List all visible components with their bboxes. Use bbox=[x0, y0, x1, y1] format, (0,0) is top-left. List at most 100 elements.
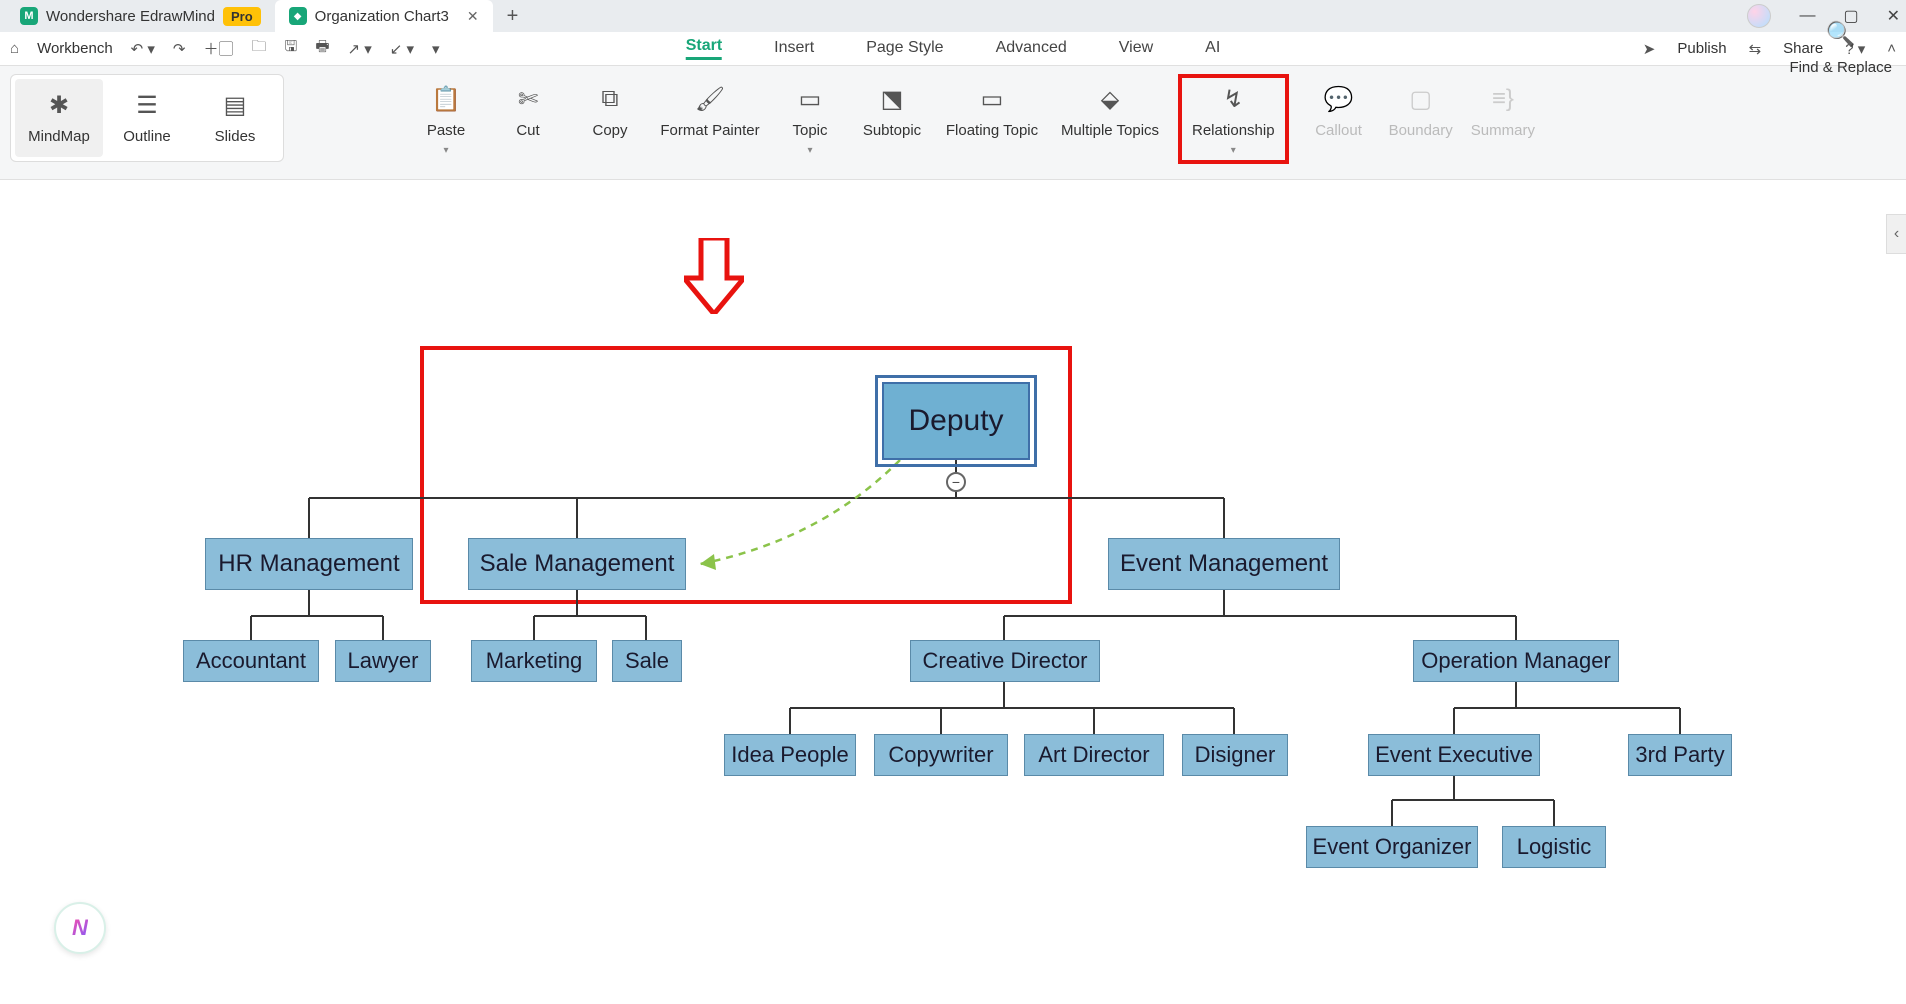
undo-button[interactable]: ↶ ▾ bbox=[131, 40, 155, 58]
tab-view[interactable]: View bbox=[1119, 39, 1153, 59]
add-tab-button[interactable]: + bbox=[493, 5, 533, 28]
subtopic-icon: ⬔ bbox=[881, 86, 904, 112]
cut-label: Cut bbox=[516, 122, 539, 139]
node-3rd-party[interactable]: 3rd Party bbox=[1628, 734, 1732, 776]
outline-icon: ☰ bbox=[136, 91, 158, 120]
subtopic-button[interactable]: ⬔ Subtopic bbox=[860, 74, 924, 164]
node-disigner[interactable]: Disigner bbox=[1182, 734, 1288, 776]
more-quick-icon[interactable]: ▾ bbox=[432, 40, 440, 58]
find-replace-button[interactable]: 🔍 Find & Replace bbox=[1789, 8, 1892, 76]
app-tab[interactable]: M Wondershare EdrawMind Pro bbox=[6, 0, 275, 32]
callout-icon: 💬 bbox=[1324, 86, 1354, 112]
topic-icon: ▭ bbox=[799, 86, 822, 112]
tab-start[interactable]: Start bbox=[686, 37, 722, 60]
publish-icon[interactable]: ➤ bbox=[1643, 40, 1656, 58]
save-icon[interactable]: 🖫 bbox=[285, 36, 298, 61]
node-operation-manager[interactable]: Operation Manager bbox=[1413, 640, 1619, 682]
user-avatar[interactable] bbox=[1747, 4, 1771, 28]
menu-tabs: Start Insert Page Style Advanced View AI bbox=[686, 32, 1221, 66]
collapse-handle[interactable]: − bbox=[946, 472, 966, 492]
boundary-icon: ▢ bbox=[1409, 86, 1432, 112]
tab-page-style[interactable]: Page Style bbox=[866, 39, 943, 59]
subtopic-label: Subtopic bbox=[863, 122, 921, 139]
node-sale[interactable]: Sale bbox=[612, 640, 682, 682]
title-tab-bar: M Wondershare EdrawMind Pro ◆ Organizati… bbox=[0, 0, 1906, 32]
view-slides-button[interactable]: ▤ Slides bbox=[191, 79, 279, 157]
brush-icon: 🖌 bbox=[695, 86, 725, 112]
node-art-director[interactable]: Art Director bbox=[1024, 734, 1164, 776]
export-icon[interactable]: ↗ ▾ bbox=[347, 40, 371, 58]
node-logistic-label: Logistic bbox=[1517, 834, 1592, 860]
node-logistic[interactable]: Logistic bbox=[1502, 826, 1606, 868]
copy-button[interactable]: ⧉ Copy bbox=[578, 74, 642, 164]
share-icon[interactable]: ⇆ bbox=[1749, 40, 1762, 58]
node-idea-people[interactable]: Idea People bbox=[724, 734, 856, 776]
copy-icon: ⧉ bbox=[601, 86, 618, 112]
topic-button[interactable]: ▭ Topic ▾ bbox=[778, 74, 842, 164]
relationship-button[interactable]: ↯Relationship▾ bbox=[1178, 74, 1289, 164]
node-sale-label: Sale bbox=[625, 648, 669, 674]
print-icon[interactable]: 🖶 bbox=[315, 36, 329, 61]
floating-icon: ▭ bbox=[981, 86, 1004, 112]
paste-label: Paste bbox=[427, 122, 465, 139]
paste-button[interactable]: 📋 Paste ▾ bbox=[414, 74, 478, 164]
floating-topic-button[interactable]: ▭ Floating Topic bbox=[942, 74, 1042, 164]
node-deputy[interactable]: Deputy bbox=[882, 382, 1030, 460]
annotation-arrow-down bbox=[684, 238, 744, 314]
tab-advanced[interactable]: Advanced bbox=[996, 39, 1067, 59]
new-file-icon[interactable]: ＋▢ bbox=[204, 38, 234, 59]
summary-button[interactable]: ≡}Summary bbox=[1471, 74, 1535, 164]
import-icon[interactable]: ↙ ▾ bbox=[390, 40, 414, 58]
right-panel-toggle[interactable]: ‹ bbox=[1886, 214, 1906, 254]
floating-topic-label: Floating Topic bbox=[946, 122, 1038, 139]
workbench-label[interactable]: Workbench bbox=[37, 40, 113, 57]
cut-button[interactable]: ✄ Cut bbox=[496, 74, 560, 164]
view-outline-label: Outline bbox=[123, 128, 171, 145]
tab-ai[interactable]: AI bbox=[1205, 39, 1220, 59]
node-marketing[interactable]: Marketing bbox=[471, 640, 597, 682]
summary-icon: ≡} bbox=[1492, 86, 1514, 112]
node-accountant[interactable]: Accountant bbox=[183, 640, 319, 682]
doc-name: Organization Chart3 bbox=[315, 8, 449, 25]
copy-label: Copy bbox=[592, 122, 627, 139]
boundary-button[interactable]: ▢Boundary bbox=[1389, 74, 1453, 164]
node-organizer-label: Event Organizer bbox=[1313, 834, 1472, 860]
callout-button[interactable]: 💬Callout bbox=[1307, 74, 1371, 164]
node-hr[interactable]: HR Management bbox=[205, 538, 413, 590]
node-event-mgmt[interactable]: Event Management bbox=[1108, 538, 1340, 590]
topic-dropdown-icon[interactable]: ▾ bbox=[807, 145, 812, 156]
node-creative-director[interactable]: Creative Director bbox=[910, 640, 1100, 682]
multiple-topics-button[interactable]: ⬙Multiple Topics bbox=[1060, 74, 1160, 164]
node-copywriter-label: Copywriter bbox=[888, 742, 993, 768]
topic-label: Topic bbox=[792, 122, 827, 139]
format-painter-button[interactable]: 🖌Format Painter bbox=[660, 74, 760, 164]
canvas[interactable]: Deputy − HR Management Sale Management E… bbox=[0, 180, 1906, 1004]
ribbon-buttons: 📋 Paste ▾ ✄ Cut ⧉ Copy 🖌Format Painter ▭ Topi… bbox=[414, 74, 1535, 164]
paste-icon: 📋 bbox=[431, 86, 461, 112]
view-outline-button[interactable]: ☰ Outline bbox=[103, 79, 191, 157]
view-mindmap-button[interactable]: ✱ MindMap bbox=[15, 79, 103, 157]
node-copywriter[interactable]: Copywriter bbox=[874, 734, 1008, 776]
node-lawyer-label: Lawyer bbox=[348, 648, 419, 674]
open-folder-icon[interactable]: 🗀 bbox=[252, 36, 267, 61]
node-lawyer[interactable]: Lawyer bbox=[335, 640, 431, 682]
node-event-executive[interactable]: Event Executive bbox=[1368, 734, 1540, 776]
org-connectors bbox=[0, 180, 1906, 1004]
node-event-organizer[interactable]: Event Organizer bbox=[1306, 826, 1478, 868]
node-sale-mgmt[interactable]: Sale Management bbox=[468, 538, 686, 590]
publish-label[interactable]: Publish bbox=[1677, 40, 1726, 57]
view-mode-group: ✱ MindMap ☰ Outline ▤ Slides bbox=[10, 74, 284, 162]
ribbon: ✱ MindMap ☰ Outline ▤ Slides 📋 Paste ▾ ✄ Cu… bbox=[0, 66, 1906, 180]
node-accountant-label: Accountant bbox=[196, 648, 306, 674]
find-icon: 🔍 bbox=[1826, 20, 1856, 49]
document-tab[interactable]: ◆ Organization Chart3 ✕ bbox=[275, 0, 493, 32]
app-name: Wondershare EdrawMind bbox=[46, 8, 215, 25]
close-tab-icon[interactable]: ✕ bbox=[467, 8, 479, 25]
home-icon[interactable]: ⌂ bbox=[10, 40, 19, 57]
ai-fab-button[interactable]: N bbox=[54, 902, 106, 954]
cut-icon: ✄ bbox=[518, 86, 538, 112]
paste-dropdown-icon[interactable]: ▾ bbox=[443, 145, 448, 156]
redo-button[interactable]: ↷ bbox=[173, 40, 186, 58]
tab-insert[interactable]: Insert bbox=[774, 39, 814, 59]
relationship-dropdown-icon[interactable]: ▾ bbox=[1231, 145, 1236, 156]
